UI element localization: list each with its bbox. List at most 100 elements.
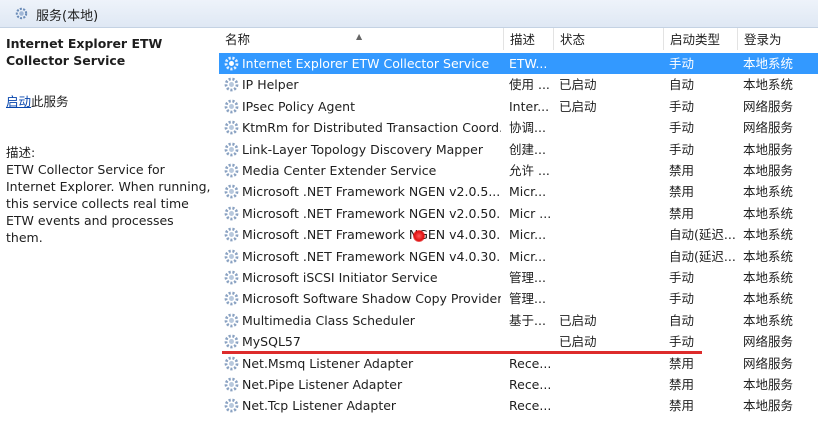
service-gear-icon — [224, 356, 239, 370]
service-status — [559, 267, 663, 288]
column-header-description[interactable]: 描述 — [504, 28, 554, 50]
service-row[interactable]: Microsoft Software Shadow Copy Provider 管… — [219, 288, 818, 309]
service-row[interactable]: Microsoft .NET Framework NGEN v2.0.5... M… — [219, 181, 818, 202]
service-description: Rece... — [509, 355, 551, 371]
service-gear-icon — [224, 206, 239, 221]
start-service-link[interactable]: 启动 — [6, 94, 31, 109]
selected-service-name: Internet Explorer ETW Collector Service — [6, 36, 163, 68]
service-row[interactable]: Microsoft .NET Framework NGEN v4.0.30...… — [219, 246, 818, 267]
service-logon: 本地系统 — [743, 77, 794, 93]
description-text: ETW Collector Service for Internet Explo… — [6, 162, 211, 245]
service-logon: 本地服务 — [743, 398, 794, 414]
service-row[interactable]: Internet Explorer ETW Collector Service E… — [219, 53, 818, 74]
service-status — [559, 374, 663, 395]
service-logon: 本地系统 — [743, 291, 794, 307]
service-description: ETW... — [509, 56, 548, 71]
service-startup-type: 自动 — [669, 77, 695, 93]
service-gear-icon — [224, 56, 239, 71]
window-title: 服务(本地) — [36, 9, 99, 24]
column-header-status[interactable]: 状态 — [554, 28, 664, 50]
service-name: IP Helper — [242, 77, 299, 93]
service-row[interactable]: Microsoft .NET Framework NGEN v2.0.50...… — [219, 203, 818, 224]
service-logon: 本地系统 — [743, 312, 794, 328]
services-list[interactable]: 名称 ▲ 描述 状态 启动类型 登录为 Internet Explorer ET… — [219, 28, 818, 433]
service-row[interactable]: Net.Tcp Listener Adapter Rece... 禁用 本地服务 — [219, 395, 818, 416]
service-row[interactable]: Microsoft iSCSI Initiator Service 管理... 手动… — [219, 267, 818, 288]
service-gear-icon — [224, 99, 239, 114]
service-status: 已启动 — [559, 77, 597, 93]
service-name: Net.Pipe Listener Adapter — [242, 377, 403, 392]
service-row[interactable]: Media Center Extender Service 允许 ... 禁用 本地服… — [219, 160, 818, 181]
sort-ascending-icon: ▲ — [356, 32, 363, 41]
service-logon: 网络服务 — [743, 334, 794, 350]
service-startup-type: 自动(延迟... — [669, 227, 736, 243]
start-service-line: 启动此服务 — [6, 91, 69, 110]
column-header-name[interactable]: 名称 ▲ — [219, 28, 504, 50]
service-gear-icon — [224, 334, 239, 349]
service-name: MySQL57 — [242, 334, 301, 350]
service-description: Micr... — [509, 184, 547, 200]
service-name: IPsec Policy Agent — [242, 98, 355, 114]
service-logon: 本地系统 — [743, 184, 794, 200]
service-name: KtmRm for Distributed Transaction Coord.… — [242, 120, 501, 136]
column-header-logon[interactable]: 登录为 — [738, 28, 818, 50]
service-row[interactable]: Net.Pipe Listener Adapter Rece... 禁用 本地服务 — [219, 374, 818, 395]
description-label: 描述: — [6, 145, 36, 160]
service-status — [559, 224, 663, 245]
service-row[interactable]: MySQL57 已启动 手动 网络服务 — [219, 331, 818, 352]
annotation-underline — [222, 351, 702, 354]
service-row[interactable]: Multimedia Class Scheduler 基于... 已启动 自动 本地系统 — [219, 310, 818, 331]
service-logon: 本地系统 — [743, 56, 794, 71]
service-status — [559, 53, 663, 74]
service-description: 基于... — [509, 312, 546, 328]
service-name: Media Center Extender Service — [242, 163, 437, 178]
service-gear-icon — [224, 313, 239, 328]
service-name: Microsoft .NET Framework NGEN v2.0.50... — [242, 205, 501, 221]
service-row[interactable]: Microsoft .NET Framework NGEN v4.0.30...… — [219, 224, 818, 245]
service-status — [559, 160, 663, 181]
service-description: Micr ... — [509, 205, 551, 221]
service-row[interactable]: KtmRm for Distributed Transaction Coord.… — [219, 117, 818, 138]
service-status — [559, 117, 663, 138]
service-row[interactable]: Link-Layer Topology Discovery Mapper 创建..… — [219, 139, 818, 160]
service-logon: 网络服务 — [743, 98, 794, 114]
service-description: Rece... — [509, 398, 551, 414]
service-name: Microsoft .NET Framework NGEN v4.0.30... — [242, 227, 501, 243]
gear-search-icon — [15, 7, 28, 20]
service-status — [559, 139, 663, 160]
service-detail-pane: Internet Explorer ETW Collector Service … — [0, 28, 214, 433]
service-startup-type: 手动 — [669, 291, 695, 307]
service-status — [559, 353, 663, 374]
service-logon: 网络服务 — [743, 120, 794, 136]
service-startup-type: 自动 — [669, 312, 695, 328]
service-logon: 本地服务 — [743, 141, 794, 157]
service-startup-type: 手动 — [669, 98, 695, 114]
column-header-startup-type[interactable]: 启动类型 — [664, 28, 738, 50]
service-description: Inter... — [509, 98, 550, 114]
service-startup-type: 手动 — [669, 141, 695, 157]
service-description: Rece... — [509, 377, 551, 392]
service-startup-type: 自动(延迟... — [669, 248, 736, 264]
service-logon: 本地系统 — [743, 248, 794, 264]
service-startup-type: 禁用 — [669, 205, 695, 221]
service-logon: 本地系统 — [743, 227, 794, 243]
service-row[interactable]: Net.Msmq Listener Adapter Rece... 禁用 网络服务 — [219, 353, 818, 374]
service-logon: 本地服务 — [743, 377, 794, 392]
service-gear-icon — [224, 398, 239, 413]
service-gear-icon — [224, 77, 239, 92]
mouse-cursor-indicator — [413, 230, 425, 242]
service-gear-icon — [224, 120, 239, 135]
service-status — [559, 288, 663, 309]
service-row[interactable]: IPsec Policy Agent Inter... 已启动 手动 网络服务 — [219, 96, 818, 117]
column-header-row: 名称 ▲ 描述 状态 启动类型 登录为 — [219, 28, 818, 50]
service-gear-icon — [224, 163, 239, 178]
service-status: 已启动 — [559, 334, 597, 350]
service-status — [559, 181, 663, 202]
service-description: 管理... — [509, 291, 546, 307]
service-gear-icon — [224, 270, 239, 285]
service-row[interactable]: IP Helper 使用 ... 已启动 自动 本地系统 — [219, 74, 818, 95]
column-header-name-label: 名称 — [225, 32, 251, 47]
service-name: Microsoft .NET Framework NGEN v2.0.5... — [242, 184, 501, 200]
service-description: Micr... — [509, 227, 547, 243]
service-name: Multimedia Class Scheduler — [242, 312, 415, 328]
